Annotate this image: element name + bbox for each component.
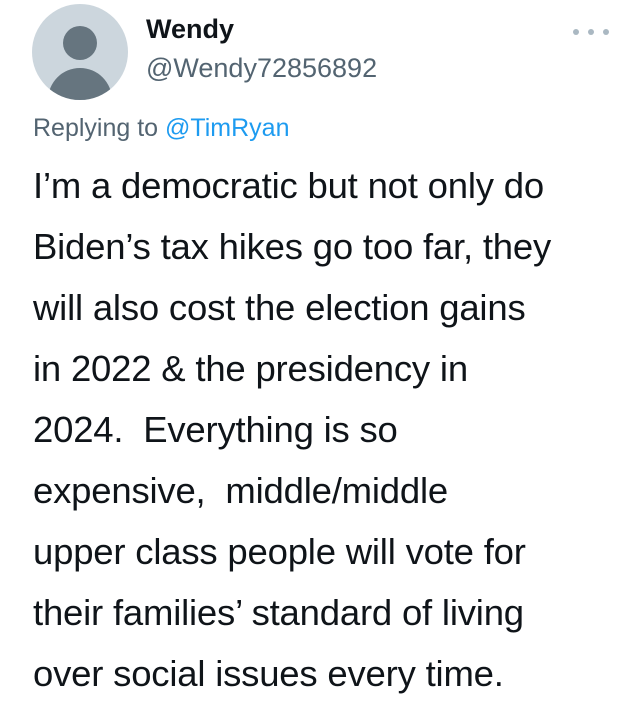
tweet-text-line: upper class people will vote for	[33, 531, 526, 572]
more-dot	[573, 29, 579, 35]
more-options-icon[interactable]	[573, 22, 609, 42]
tweet-text-line: 2024. Everything is so	[33, 409, 398, 450]
avatar-shoulders	[48, 68, 112, 100]
tweet-text-line: over social issues every time.	[33, 653, 504, 694]
tweet-text-line: Biden’s tax hikes go too far, they	[33, 226, 552, 267]
tweet-text-line: in 2022 & the presidency in	[33, 348, 468, 389]
tweet-text: I’m a democratic but not only do Biden’s…	[33, 155, 623, 704]
tweet-text-line: expensive, middle/middle	[33, 470, 448, 511]
author-display-name[interactable]: Wendy	[146, 14, 234, 45]
reply-context: Replying to @TimRyan	[33, 114, 290, 143]
more-dot	[588, 29, 594, 35]
tweet-card: Wendy @Wendy72856892 Replying to @TimRya…	[0, 0, 640, 719]
default-avatar-icon	[63, 26, 97, 60]
more-dot	[603, 29, 609, 35]
reply-prefix: Replying to	[33, 114, 166, 142]
author-handle[interactable]: @Wendy72856892	[146, 53, 377, 84]
tweet-text-line: their families’ standard of living	[33, 592, 524, 633]
reply-mention-link[interactable]: @TimRyan	[165, 114, 289, 142]
tweet-text-line: will also cost the election gains	[33, 287, 526, 328]
avatar[interactable]	[32, 4, 128, 100]
tweet-text-line: I’m a democratic but not only do	[33, 165, 544, 206]
